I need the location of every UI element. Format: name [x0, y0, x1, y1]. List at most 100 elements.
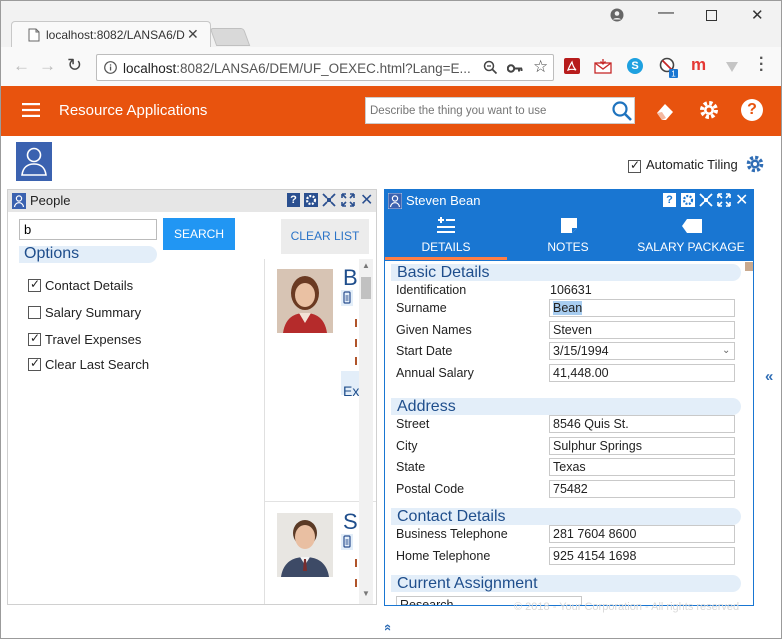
- expense-label: Ex: [343, 383, 360, 399]
- scrollbar-thumb[interactable]: [361, 277, 371, 299]
- state-label: State: [396, 460, 426, 474]
- clear-list-button[interactable]: CLEAR LIST: [281, 219, 369, 254]
- given-names-label: Given Names: [396, 323, 472, 337]
- annual-salary-field[interactable]: 41,448.00: [549, 364, 735, 382]
- person-icon: [387, 192, 403, 212]
- page-icon: [28, 28, 40, 45]
- panel-close-icon[interactable]: ✕: [735, 190, 748, 210]
- mail-extension-icon[interactable]: [594, 59, 612, 77]
- panel-settings-icon[interactable]: [681, 193, 695, 207]
- scroll-down-icon[interactable]: ▼: [362, 589, 370, 598]
- close-window-icon[interactable]: ✕: [751, 6, 764, 24]
- zoom-icon[interactable]: [483, 60, 498, 78]
- new-tab-button[interactable]: [209, 28, 251, 46]
- option-salary-summary[interactable]: Salary Summary: [28, 304, 141, 320]
- search-icon[interactable]: [611, 100, 633, 125]
- people-list-scrollbar[interactable]: ▲ ▼: [359, 259, 373, 604]
- reload-icon[interactable]: ↻: [67, 55, 82, 76]
- pdf-extension-icon[interactable]: [564, 58, 580, 74]
- browser-menu-icon[interactable]: · · ·: [759, 51, 764, 79]
- info-icon[interactable]: [104, 61, 117, 77]
- surname-field[interactable]: Bean: [549, 299, 735, 317]
- detail-panel-title: Steven Bean: [406, 193, 481, 208]
- state-field[interactable]: Texas: [549, 458, 735, 476]
- people-search-input[interactable]: [19, 219, 157, 240]
- checkbox[interactable]: [28, 306, 41, 320]
- panel-help-icon[interactable]: ?: [663, 193, 676, 207]
- app-search-input[interactable]: [366, 98, 606, 123]
- account-icon[interactable]: [610, 8, 624, 25]
- checkbox[interactable]: [28, 331, 41, 347]
- filter-extension-icon[interactable]: [725, 61, 739, 76]
- list-icon: [436, 217, 456, 238]
- panel-settings-icon[interactable]: [304, 193, 318, 207]
- eraser-icon[interactable]: [654, 100, 676, 125]
- bookmark-star-icon[interactable]: ☆: [533, 57, 548, 77]
- checkbox[interactable]: [28, 277, 41, 293]
- browser-toolbar: ← → ↻ localhost:8082/LANSA6/DEM/UF_OEXEC…: [0, 47, 782, 87]
- key-icon[interactable]: [506, 62, 523, 77]
- people-panel-header: People ? ✕: [8, 190, 376, 212]
- settings-gear-icon[interactable]: [698, 99, 720, 124]
- note-icon: [560, 217, 578, 237]
- panel-close-icon[interactable]: ✕: [360, 190, 373, 210]
- window-border-left: [0, 86, 1, 639]
- tab-notes[interactable]: NOTES: [507, 212, 629, 261]
- panel-maximize-icon[interactable]: [717, 193, 731, 210]
- skype-extension-icon[interactable]: S: [627, 58, 643, 74]
- collapse-up-icon[interactable]: «: [381, 624, 396, 631]
- tab-salary-package[interactable]: SALARY PACKAGE: [629, 212, 753, 261]
- svg-text:1: 1: [671, 70, 676, 79]
- option-clear-last-search[interactable]: Clear Last Search: [28, 356, 149, 372]
- panel-help-icon[interactable]: ?: [287, 193, 300, 207]
- resize-grip-icon[interactable]: [745, 262, 753, 271]
- city-field[interactable]: Sulphur Springs: [549, 437, 735, 455]
- card-marker: [355, 559, 357, 567]
- surname-label: Surname: [396, 301, 447, 315]
- blocker-extension-icon[interactable]: 1: [659, 57, 679, 82]
- scroll-up-icon[interactable]: ▲: [362, 261, 370, 270]
- section-contact-details: Contact Details: [391, 508, 741, 525]
- active-tab-indicator: [385, 257, 507, 260]
- address-bar[interactable]: localhost:8082/LANSA6/DEM/UF_OEXEC.html?…: [96, 54, 554, 81]
- back-icon[interactable]: ←: [13, 56, 30, 76]
- business-telephone-label: Business Telephone: [396, 527, 508, 541]
- option-travel-expenses[interactable]: Travel Expenses: [28, 331, 141, 347]
- help-icon[interactable]: ?: [741, 99, 763, 121]
- option-contact-details[interactable]: Contact Details: [28, 277, 133, 293]
- checkbox[interactable]: [28, 356, 41, 372]
- hamburger-menu-icon[interactable]: [22, 103, 40, 120]
- search-button[interactable]: SEARCH: [163, 218, 235, 250]
- user-avatar[interactable]: [16, 142, 52, 181]
- person-photo[interactable]: [277, 513, 333, 577]
- person-photo[interactable]: [277, 269, 333, 333]
- collapse-left-icon[interactable]: «: [765, 368, 773, 385]
- given-names-field[interactable]: Steven: [549, 321, 735, 339]
- close-tab-icon[interactable]: ✕: [187, 26, 199, 43]
- auto-tiling-checkbox[interactable]: [628, 158, 641, 174]
- identification-label: Identification: [396, 283, 467, 297]
- person-icon: [12, 193, 26, 212]
- panel-tile-icon[interactable]: [699, 193, 713, 210]
- home-telephone-field[interactable]: 925 4154 1698: [549, 547, 735, 565]
- forward-icon[interactable]: →: [39, 56, 56, 76]
- minimize-icon[interactable]: —: [658, 4, 674, 22]
- street-field[interactable]: 8546 Quis St.: [549, 415, 735, 433]
- surname-value: Bean: [553, 301, 583, 315]
- app-search-box[interactable]: [365, 97, 635, 124]
- m-extension-icon[interactable]: m: [691, 55, 706, 75]
- tiling-settings-icon[interactable]: [745, 154, 765, 177]
- chevron-down-icon[interactable]: ⌄: [722, 343, 730, 359]
- panel-tile-icon[interactable]: [322, 193, 336, 210]
- person-initial: B: [343, 265, 358, 290]
- start-date-field[interactable]: 3/15/1994 ⌄: [549, 342, 735, 360]
- city-label: City: [396, 439, 418, 453]
- url-path: :8082/LANSA6/DEM/UF_OEXEC.html?Lang=E...: [176, 61, 471, 76]
- panel-maximize-icon[interactable]: [341, 193, 355, 210]
- card-marker: [355, 319, 357, 327]
- postal-code-field[interactable]: 75482: [549, 480, 735, 498]
- tab-details[interactable]: DETAILS: [385, 212, 507, 261]
- person-initial: S: [343, 509, 358, 534]
- maximize-icon[interactable]: [706, 10, 717, 21]
- business-telephone-field[interactable]: 281 7604 8600: [549, 525, 735, 543]
